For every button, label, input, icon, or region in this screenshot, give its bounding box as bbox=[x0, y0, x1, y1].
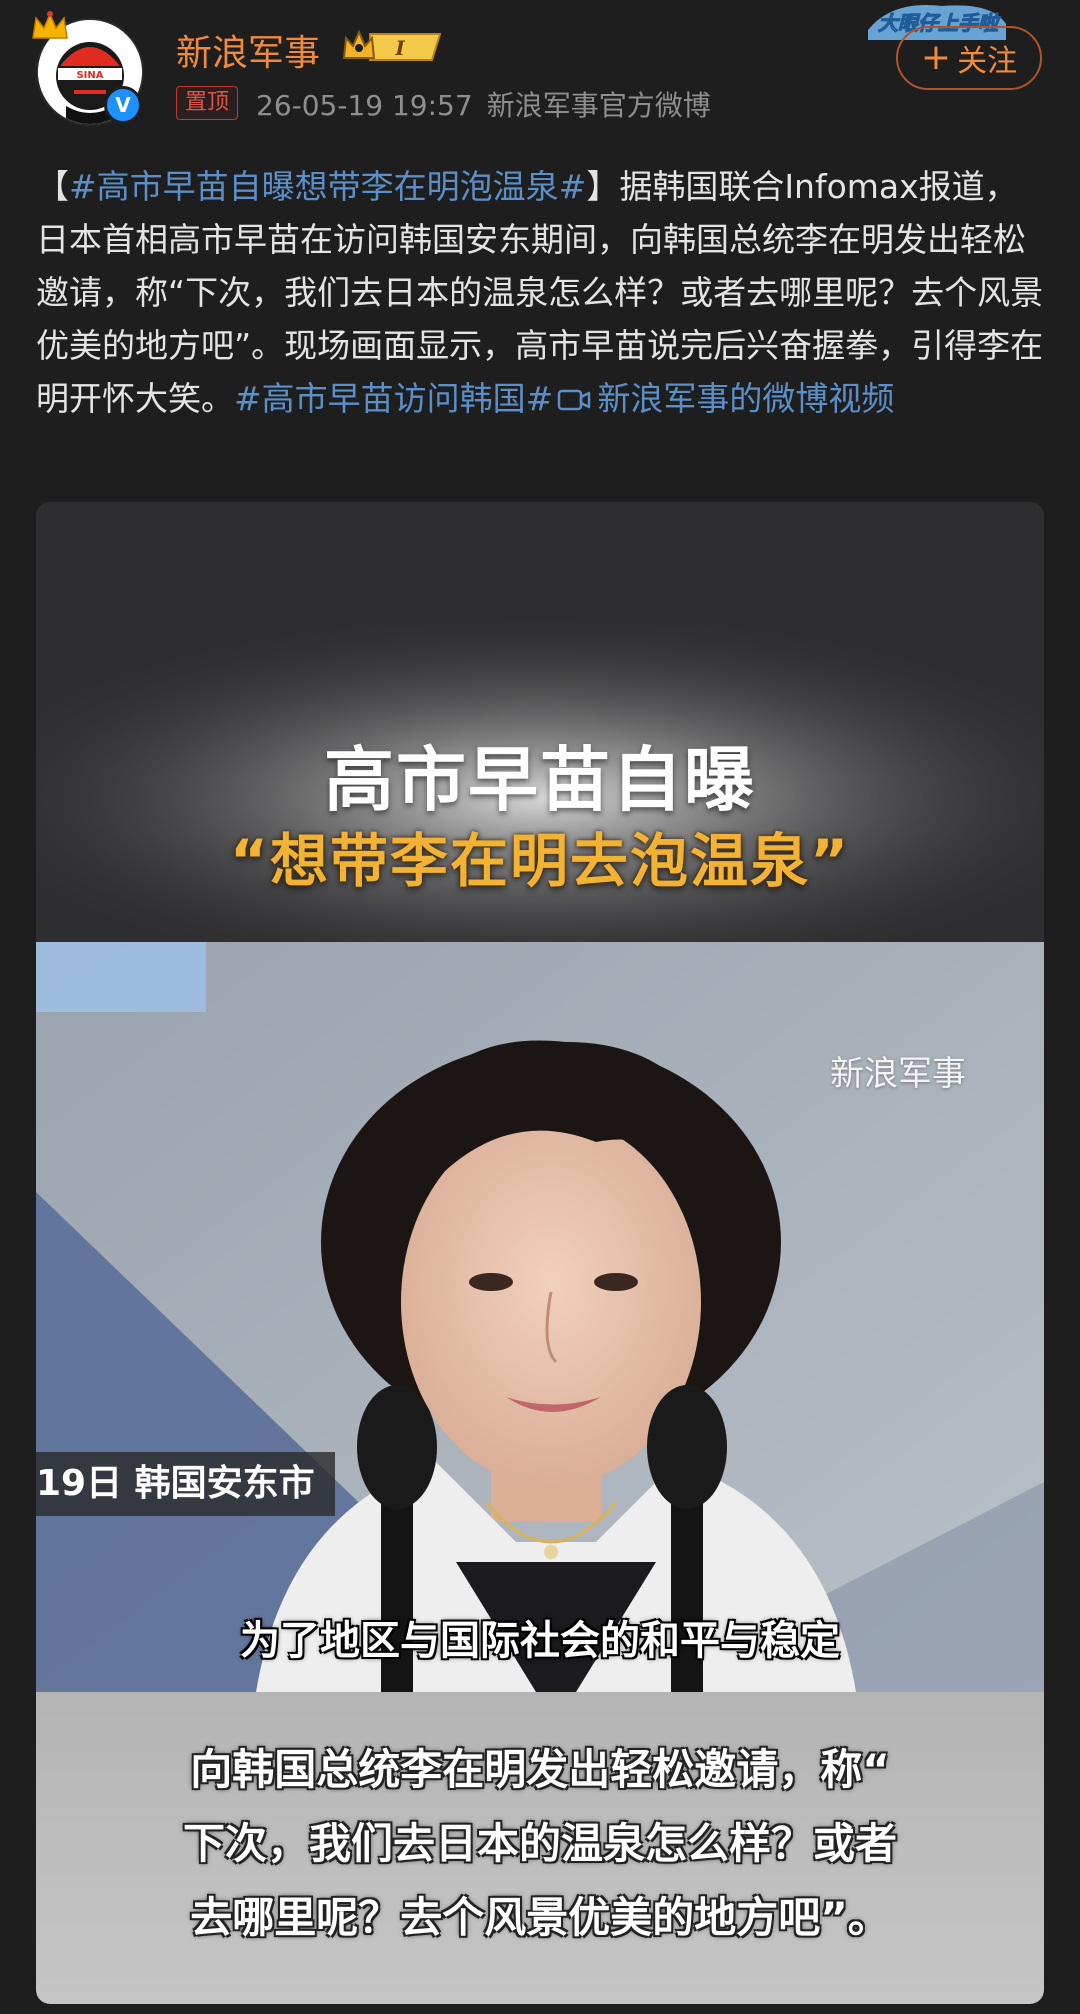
bracket-open: 【 bbox=[36, 167, 69, 206]
verified-icon: V bbox=[104, 86, 142, 124]
video-link-icon bbox=[558, 389, 591, 411]
post-meta: 26-05-19 19:57 新浪军事官方微博 bbox=[256, 84, 711, 124]
post-header: SINA V 新浪军事 I 置顶 26-05-19 19:57 新浪军事官方微博 … bbox=[0, 0, 1080, 140]
username[interactable]: 新浪军事 bbox=[176, 24, 320, 76]
video-caption-line-1: 向韩国总统李在明发出轻松邀请，称“ bbox=[190, 1745, 890, 1794]
svg-text:SINA: SINA bbox=[76, 70, 103, 81]
video-caption-line-2: 下次，我们去日本的温泉怎么样？或者 bbox=[182, 1819, 897, 1868]
pinned-badge: 置顶 bbox=[176, 86, 239, 120]
video-title-line-1: 高市早苗自曝 bbox=[324, 739, 756, 821]
plus-icon: + bbox=[920, 37, 952, 78]
video-player[interactable]: 高市早苗自曝 “想带李在明去泡温泉” 新浪军事 19日 韩国安东市 为了地区与国… bbox=[36, 502, 1044, 2004]
avatar[interactable]: SINA V bbox=[32, 11, 144, 126]
video-link-label: 新浪军事的微博视频 bbox=[597, 379, 895, 418]
video-caption-line-3: 去哪里呢？去个风景优美的地方吧”。 bbox=[190, 1893, 890, 1942]
post-source: 新浪军事官方微博 bbox=[486, 89, 711, 122]
vip-badge[interactable]: I bbox=[340, 26, 446, 66]
video-location-tag: 19日 韩国安东市 bbox=[36, 1452, 335, 1516]
video-title-line-2: “想带李在明去泡温泉” bbox=[229, 827, 851, 895]
post-body: 【#高市早苗自曝想带李在明泡温泉#】据韩国联合Infomax报道，日本首相高市早… bbox=[36, 160, 1046, 425]
bracket-close: 】 bbox=[586, 167, 620, 206]
vip-level-text: I bbox=[394, 36, 405, 60]
follow-button[interactable]: + 关注 bbox=[896, 26, 1042, 90]
post-timestamp: 26-05-19 19:57 bbox=[256, 89, 473, 122]
follow-label: 关注 bbox=[957, 44, 1018, 79]
hashtag-link[interactable]: #高市早苗自曝想带李在明泡温泉# bbox=[69, 167, 586, 206]
crown-icon bbox=[32, 11, 68, 39]
video-source-link[interactable]: 新浪军事的微博视频 bbox=[553, 379, 894, 418]
hashtag-link-2[interactable]: #高市早苗访问韩国# bbox=[234, 379, 553, 418]
video-subtitle: 为了地区与国际社会的和平与稳定 bbox=[240, 1618, 840, 1664]
video-watermark: 新浪军事 bbox=[830, 1054, 966, 1094]
video-caption-box: 向韩国总统李在明发出轻松邀请，称“ 下次，我们去日本的温泉怎么样？或者 去哪里呢… bbox=[36, 1692, 1044, 2004]
